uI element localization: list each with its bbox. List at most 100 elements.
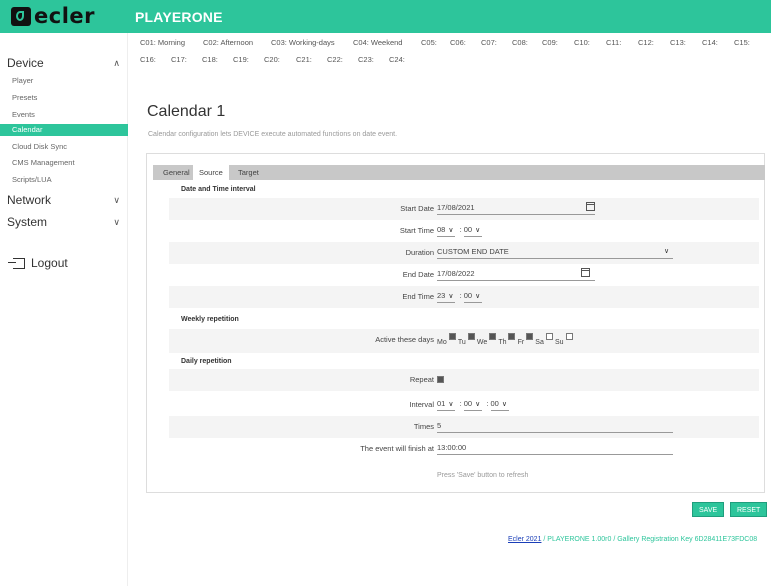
end-time-selects: 23 ∨ : 00 ∨ (437, 291, 484, 303)
end-minute-select[interactable]: 00 ∨ (463, 291, 483, 303)
calendar-slot-tab[interactable]: C05: (421, 38, 437, 47)
calendar-slot-tab[interactable]: C07: (481, 38, 497, 47)
end-hour-select[interactable]: 23 ∨ (437, 291, 456, 303)
day-label-we: We (476, 339, 488, 346)
duration-select[interactable]: CUSTOM END DATE (437, 247, 673, 259)
chevron-down-icon: ∨ (664, 248, 670, 255)
sidebar-item-cms-management[interactable]: CMS Management (12, 158, 75, 167)
footer-link[interactable]: Ecler 2021 (508, 536, 541, 543)
logout-icon (8, 257, 25, 269)
sidebar-item-player[interactable]: Player (12, 76, 33, 85)
active-days-label: Active these days (375, 335, 434, 344)
interval-second-value: 00 (490, 399, 499, 408)
app-title: PLAYERONE (135, 9, 223, 25)
day-label-mo: Mo (437, 339, 447, 346)
interval-hour-value: 01 (437, 399, 446, 408)
ecler-logo-mark (11, 7, 31, 26)
chevron-down-icon: ∨ (113, 216, 120, 227)
calendar-slot-tab[interactable]: C17: (171, 55, 187, 64)
sidebar-item-cloud-disk-sync[interactable]: Cloud Disk Sync (12, 142, 67, 151)
calendar-slot-tab[interactable]: C03: Working-days (271, 38, 335, 47)
footer: Ecler 2021 / PLAYERONE 1.00r0 / Gallery … (508, 536, 757, 543)
page-title: Calendar 1 (147, 103, 226, 120)
calendar-slot-tab[interactable]: C12: (638, 38, 654, 47)
end-date-input[interactable]: 17/08/2022 (437, 269, 595, 281)
start-date-label: Start Date (400, 204, 434, 213)
start-date-input[interactable]: 17/08/2021 (437, 203, 595, 215)
interval-hour-select[interactable]: 01 ∨ (437, 399, 456, 411)
calendar-slot-tab[interactable]: C08: (512, 38, 528, 47)
calendar-slot-tab[interactable]: C14: (702, 38, 718, 47)
start-time-label: Start Time (399, 226, 434, 235)
tab-target[interactable]: Target (232, 165, 265, 180)
calendar-icon[interactable] (581, 268, 590, 277)
repeat-checkbox[interactable] (437, 376, 444, 383)
calendar-slot-tab[interactable]: C11: (606, 38, 621, 47)
calendar-slot-tab[interactable]: C04: Weekend (353, 38, 402, 47)
calendar-slot-tab[interactable]: C18: (202, 55, 218, 64)
end-date-row: End Date 17/08/2022 (169, 264, 759, 286)
day-label-th: Th (498, 339, 507, 346)
reset-button[interactable]: RESET (730, 502, 768, 517)
section-heading-datetime: Date and Time interval (181, 186, 256, 193)
calendar-slot-tab[interactable]: C19: (233, 55, 249, 64)
calendar-slot-tab[interactable]: C16: (140, 55, 156, 64)
finish-label: The event will finish at (360, 444, 434, 453)
day-checkbox-tu[interactable] (467, 333, 475, 340)
panel-tab-bar: General Source Target (153, 165, 765, 180)
weekday-checkboxes: Mo Tu We Th Fr Sa Su (437, 333, 573, 346)
day-checkbox-mo[interactable] (448, 333, 456, 340)
end-time-label: End Time (402, 292, 434, 301)
logout-button[interactable]: Logout (8, 256, 68, 270)
sidebar-section-label: Network (7, 193, 52, 207)
sidebar-item-events[interactable]: Events (12, 110, 35, 119)
calendar-slot-tab[interactable]: C15: (734, 38, 750, 47)
start-hour-select[interactable]: 08 ∨ (437, 225, 456, 237)
day-checkbox-we[interactable] (489, 333, 497, 340)
duration-value: CUSTOM END DATE (437, 247, 509, 256)
times-input[interactable]: 5 (437, 421, 673, 433)
sidebar-item-presets[interactable]: Presets (12, 93, 37, 102)
sidebar-section-device[interactable]: Device ∧ (7, 56, 123, 70)
calendar-slot-tab[interactable]: C22: (327, 55, 343, 64)
day-checkbox-su[interactable] (565, 333, 573, 340)
footer-text: / PLAYERONE 1.00r0 / Gallery Registratio… (541, 536, 758, 543)
calendar-slot-tab[interactable]: C13: (670, 38, 686, 47)
day-checkbox-fr[interactable] (526, 333, 534, 340)
interval-second-select[interactable]: 00 ∨ (490, 399, 509, 411)
interval-row: Interval 01 ∨ : 00 ∨ : 00 ∨ (169, 394, 759, 416)
calendar-slot-tab[interactable]: C01: Morning (140, 38, 185, 47)
calendar-icon[interactable] (586, 202, 595, 211)
interval-minute-select[interactable]: 00 ∨ (463, 399, 483, 411)
sidebar-section-label: System (7, 215, 48, 229)
chevron-down-icon: ∨ (113, 194, 120, 205)
calendar-slot-tab[interactable]: C09: (542, 38, 558, 47)
sidebar-section-network[interactable]: Network ∨ (7, 193, 123, 207)
logout-label: Logout (31, 256, 68, 270)
save-button[interactable]: SAVE (692, 502, 725, 517)
calendar-slot-tab[interactable]: C21: (296, 55, 312, 64)
sidebar-item-calendar[interactable]: Calendar (0, 124, 128, 136)
day-checkbox-sa[interactable] (545, 333, 553, 340)
tab-source[interactable]: Source (193, 165, 229, 180)
tab-general[interactable]: General (157, 165, 196, 180)
time-separator: : (459, 291, 462, 300)
section-heading-daily: Daily repetition (181, 358, 232, 365)
calendar-slot-tab[interactable]: C23: (358, 55, 374, 64)
calendar-config-panel: General Source Target Date and Time inte… (146, 153, 765, 493)
duration-row: Duration CUSTOM END DATE ∨ (169, 242, 759, 264)
sidebar-item-scripts-lua[interactable]: Scripts/LUA (12, 175, 52, 184)
day-label-su: Su (554, 339, 564, 346)
day-checkbox-th[interactable] (508, 333, 516, 340)
ecler-logo: ecler (11, 6, 95, 27)
sidebar-section-system[interactable]: System ∨ (7, 215, 123, 229)
calendar-slot-tab[interactable]: C20: (264, 55, 280, 64)
end-date-label: End Date (402, 270, 434, 279)
calendar-slot-tab[interactable]: C24: (389, 55, 405, 64)
calendar-slot-tab[interactable]: C10: (574, 38, 590, 47)
calendar-slot-tab[interactable]: C06: (450, 38, 466, 47)
chevron-down-icon: ∨ (448, 227, 454, 234)
start-minute-select[interactable]: 00 ∨ (463, 225, 483, 237)
repeat-checkbox-wrap (437, 376, 444, 385)
calendar-slot-tab[interactable]: C02: Afternoon (203, 38, 253, 47)
